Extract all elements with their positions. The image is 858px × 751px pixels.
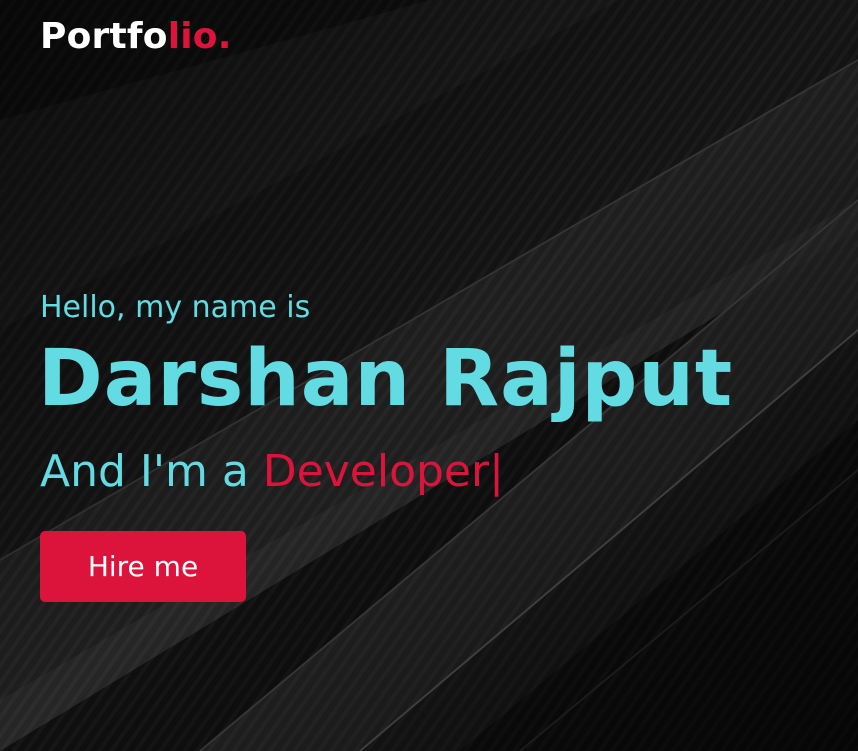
role-text: Developer: [262, 446, 490, 497]
role-prefix: And I'm a: [40, 446, 263, 497]
logo-accent-text: lio.: [167, 16, 232, 57]
greeting-text: Hello, my name is: [40, 290, 311, 325]
typing-cursor: |: [489, 446, 504, 497]
logo[interactable]: Portfolio.: [40, 16, 232, 57]
role-line: And I'm a Developer|: [40, 446, 504, 497]
logo-text: Portfo: [40, 16, 168, 57]
hero-name: Darshan Rajput: [38, 334, 734, 424]
hire-me-button[interactable]: Hire me: [40, 531, 246, 602]
hero-section: Portfolio. Hello, my name is Darshan Raj…: [0, 0, 858, 751]
